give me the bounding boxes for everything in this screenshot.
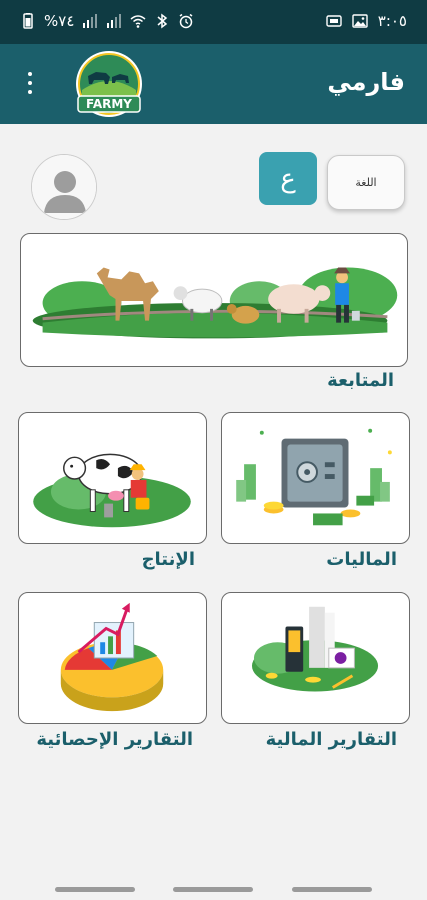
bluetooth-icon [157,13,168,29]
financial-reports-label[interactable]: التقارير المالية [266,729,397,750]
avatar[interactable] [31,154,97,220]
nav-home-button[interactable] [173,887,253,892]
statistical-reports-illustration [60,602,164,712]
status-right: ٣:٠٥ [326,12,407,30]
language-toggle-button[interactable]: ع [259,152,317,205]
finances-illustration [236,428,392,526]
production-label[interactable]: الإنتاج [142,549,195,570]
statistical-reports-card[interactable] [18,592,207,724]
status-time: ٣:٠٥ [377,12,407,30]
wifi-icon [130,15,146,28]
overflow-menu-icon[interactable] [20,68,40,98]
app-bar: FARMY فارمي [0,44,427,124]
nav-recents-button[interactable] [55,887,135,892]
language-label: اللغة [355,176,377,189]
production-card[interactable] [18,412,207,544]
language-button[interactable]: اللغة [327,155,405,210]
logo-text: FARMY [86,97,132,111]
production-illustration [33,453,191,528]
status-bar: %٧٤ ٣:٠٥ [0,0,427,44]
app-title: فارمي [327,68,405,96]
nav-back-button[interactable] [292,887,372,892]
finances-card[interactable] [221,412,410,544]
user-placeholder-icon [32,155,96,219]
alarm-icon [179,13,193,29]
battery-percent: %٧٤ [44,12,75,30]
language-current: ع [280,163,296,194]
signal-icon [83,14,98,28]
tracking-card[interactable] [20,233,408,367]
signal-icon [107,14,122,28]
tracking-label[interactable]: المتابعة [327,370,394,391]
farmy-logo: FARMY [76,51,142,117]
tracking-illustration [32,267,398,339]
finances-label[interactable]: الماليات [326,549,397,570]
sim-icon [326,15,342,27]
gallery-icon [352,14,368,28]
statistical-reports-label[interactable]: التقارير الإحصائية [36,729,193,750]
financial-reports-card[interactable] [221,592,410,724]
financial-reports-illustration [251,606,379,692]
status-left: %٧٤ [20,12,194,30]
battery-icon [23,13,33,29]
